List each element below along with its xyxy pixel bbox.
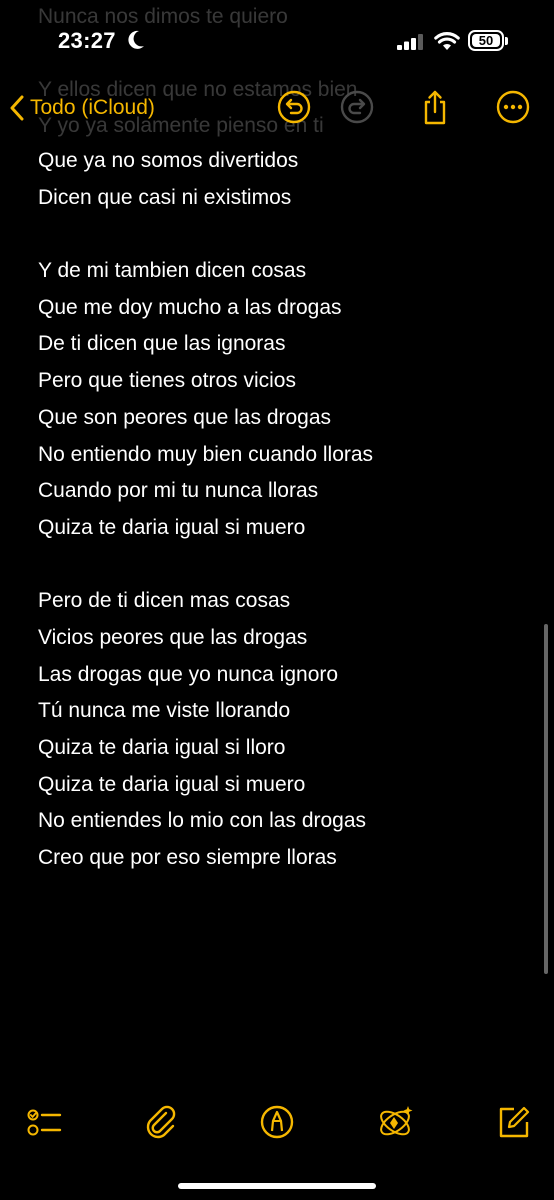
- battery-icon: 50: [468, 30, 504, 51]
- attachment-button[interactable]: [141, 1102, 181, 1142]
- bottom-toolbar: [0, 1098, 554, 1146]
- note-line: Cuando por mi tu nunca lloras: [38, 479, 319, 503]
- writing-tools-icon: [380, 1106, 413, 1136]
- note-line: De ti dicen que las ignoras: [38, 332, 286, 356]
- note-line: Quiza te daria igual si muero: [38, 772, 306, 796]
- compose-button[interactable]: [494, 1102, 534, 1142]
- battery-cap: [505, 37, 508, 45]
- status-bar: 23:27 50: [0, 0, 554, 80]
- nav-bar: Todo (iCloud): [0, 80, 554, 136]
- note-line: Que me doy mucho a las drogas: [38, 295, 342, 319]
- more-button[interactable]: [495, 89, 531, 125]
- paperclip-icon: [146, 1105, 176, 1139]
- cellular-signal-icon: [397, 34, 423, 50]
- back-button[interactable]: Todo (iCloud): [10, 88, 155, 128]
- battery-level: 50: [472, 34, 500, 48]
- note-line: Creo que por eso siempre lloras: [38, 846, 337, 870]
- chevron-left-icon: [10, 95, 24, 121]
- share-button[interactable]: [417, 89, 453, 125]
- note-line: No entiendo muy bien cuando lloras: [38, 442, 374, 466]
- focus-moon-icon: [128, 30, 144, 49]
- note-line: [38, 547, 518, 584]
- home-indicator[interactable]: [178, 1183, 376, 1189]
- note-line: Vicios peores que las drogas: [38, 625, 308, 649]
- note-line: Las drogas que yo nunca ignoro: [38, 662, 339, 686]
- share-icon: [424, 90, 446, 125]
- note-line: Pero de ti dicen mas cosas: [38, 589, 291, 613]
- back-label: Todo (iCloud): [30, 96, 155, 119]
- note-line: Quiza te daria igual si lloro: [38, 736, 286, 759]
- markup-icon: [260, 1105, 294, 1139]
- writing-tools-button[interactable]: [375, 1102, 415, 1142]
- redo-icon: [340, 90, 374, 124]
- redo-button[interactable]: [339, 89, 375, 125]
- wifi-icon: [434, 32, 460, 50]
- checklist-button[interactable]: [24, 1102, 64, 1142]
- note-line: Pero que tienes otros vicios: [38, 369, 296, 393]
- note-line: Que ya no somos divertidos: [38, 149, 299, 172]
- scroll-indicator[interactable]: [544, 624, 548, 974]
- checklist-icon: [27, 1109, 62, 1136]
- note-line: [38, 216, 518, 253]
- markup-button[interactable]: [257, 1102, 297, 1142]
- note-line: No entiendes lo mio con las drogas: [38, 809, 367, 833]
- note-line: Dicen que casi ni existimos: [38, 185, 292, 209]
- note-line: Que son peores que las drogas: [38, 405, 332, 429]
- note-line: Quiza te daria igual si muero: [38, 515, 306, 539]
- undo-icon: [277, 90, 311, 124]
- note-line: Tú nunca me viste llorando: [38, 699, 291, 723]
- undo-button[interactable]: [276, 89, 312, 125]
- status-time: 23:27: [58, 28, 116, 53]
- compose-icon: [499, 1106, 530, 1138]
- note-body[interactable]: Que ya no somos divertidos Dicen que cas…: [38, 143, 518, 877]
- more-icon: [496, 90, 530, 124]
- note-line: Y de mi tambien dicen cosas: [38, 259, 307, 283]
